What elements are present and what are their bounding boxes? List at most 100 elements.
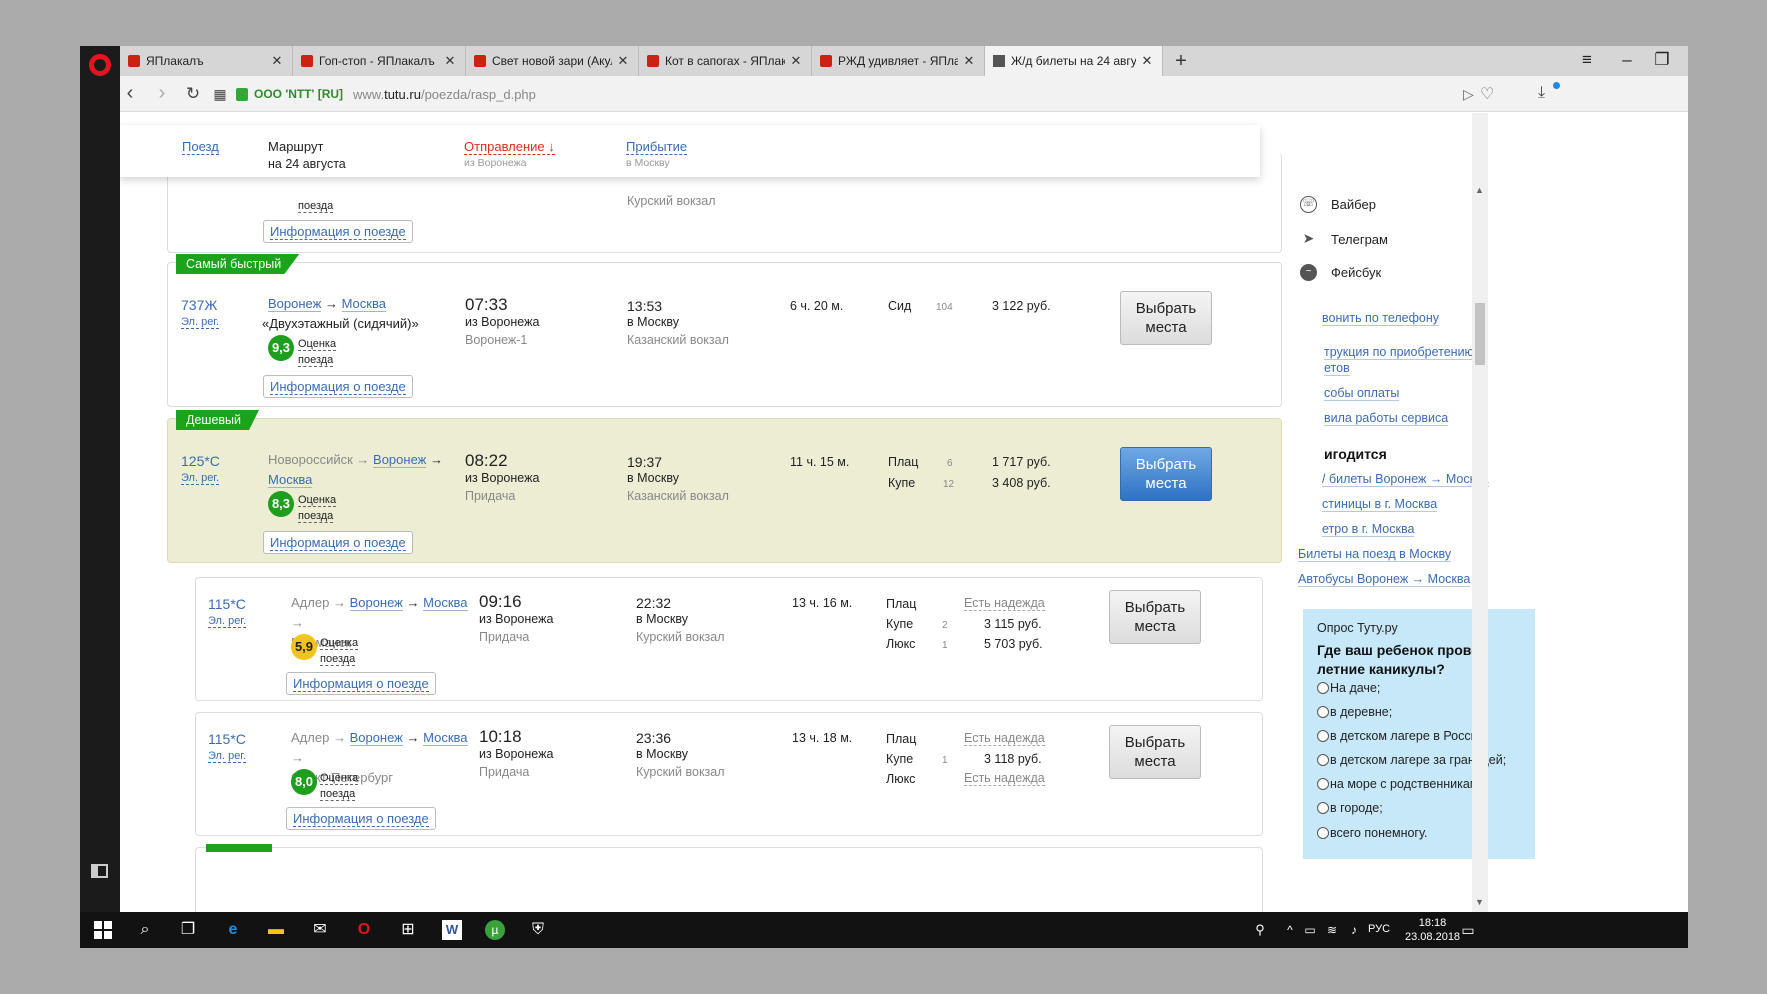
tab-tutu-active[interactable]: Ж/д билеты на 24 августа✕ (985, 46, 1163, 76)
page-scrollbar[interactable]: ▲ ▼ (1472, 113, 1488, 912)
edge-icon[interactable]: e (223, 920, 243, 940)
scroll-thumb[interactable] (1475, 303, 1485, 365)
back-icon[interactable]: ‹ (120, 82, 140, 105)
rating-label[interactable]: Оценка поезда (298, 336, 337, 368)
opera-taskbar-icon[interactable]: O (354, 920, 374, 940)
rating-label[interactable]: Оценка поезда (320, 635, 359, 667)
train-info-button[interactable]: Информация о поезде (286, 807, 436, 830)
tab-yaplakal-2[interactable]: Гоп-стоп - ЯПлакалъ ✕ (293, 46, 466, 76)
train-number[interactable]: 737Ж (181, 297, 217, 313)
rating-label[interactable]: Оценка поезда (298, 492, 337, 524)
certificate-label[interactable]: ООО 'NTT' [RU] (254, 87, 343, 101)
link-hotels[interactable]: стиницы в г. Москва (1322, 497, 1438, 512)
train-type[interactable]: Эл. рег. (208, 750, 247, 763)
scroll-up-icon[interactable]: ▲ (1475, 185, 1484, 195)
train-info-button[interactable]: Информация о поезде (263, 220, 413, 243)
url-text[interactable]: www.tutu.ru/poezda/rasp_d.php (353, 87, 536, 102)
word-icon[interactable]: W (442, 920, 462, 940)
route-from-link[interactable]: Воронеж (268, 296, 322, 312)
close-icon[interactable]: ✕ (443, 53, 457, 69)
rating-label[interactable]: Оценка поезда (320, 770, 359, 802)
download-icon[interactable]: ⤓ (1538, 84, 1545, 102)
poll-option[interactable]: на море с родственниками; (1317, 777, 1489, 791)
close-icon[interactable]: ✕ (789, 53, 803, 69)
people-icon[interactable]: ⚲ (1250, 920, 1270, 940)
radio-icon[interactable] (1317, 827, 1329, 839)
store-icon[interactable]: ⊞ (398, 920, 418, 940)
close-icon[interactable]: ✕ (270, 53, 284, 69)
route-to-link[interactable]: Москва (341, 296, 386, 312)
radio-icon[interactable] (1317, 730, 1329, 742)
train-info-button[interactable]: Информация о поезде (286, 672, 436, 695)
bookmark-heart-icon[interactable]: ♡ (1480, 84, 1494, 104)
windows-start-icon[interactable] (94, 921, 112, 939)
world-of-tanks-icon[interactable]: ⛨ (528, 920, 548, 940)
route-to-link[interactable]: Москва (423, 595, 468, 611)
utorrent-icon[interactable]: µ (485, 920, 505, 940)
link-call[interactable]: вонить по телефону (1322, 311, 1439, 326)
mail-icon[interactable]: ✉ (310, 920, 330, 940)
volume-icon[interactable]: ♪ (1344, 920, 1364, 940)
tab-yaplakal-3[interactable]: Свет новой зари (Акулы✕ (466, 46, 639, 76)
radio-icon[interactable] (1317, 802, 1329, 814)
train-type[interactable]: Эл. рег. (181, 472, 220, 485)
link-payment[interactable]: собы оплаты (1324, 386, 1400, 401)
waitlist-status[interactable]: Есть надежда (964, 771, 1045, 786)
window-close-icon[interactable]: ✕ (1683, 50, 1689, 70)
tab-yaplakal-4[interactable]: Кот в сапогах - ЯПлакалъ✕ (639, 46, 812, 76)
train-number[interactable]: 115*С (208, 596, 246, 612)
poll-option[interactable]: в городе; (1317, 801, 1383, 815)
choose-seats-button[interactable]: Выбрать места (1120, 447, 1212, 501)
reload-icon[interactable]: ↻ (183, 84, 203, 104)
train-type[interactable]: Эл. рег. (181, 316, 220, 329)
new-tab-icon[interactable]: + (1170, 50, 1192, 73)
notifications-icon[interactable]: ▭ (1458, 920, 1478, 940)
route-from-link[interactable]: Воронеж (349, 595, 403, 611)
link-rules[interactable]: вила работы сервиса (1324, 411, 1449, 426)
taskbar-clock[interactable]: 18:18 23.08.2018 (1405, 916, 1460, 944)
search-icon[interactable]: ⌕ (135, 920, 155, 940)
train-type[interactable]: Эл. рег. (208, 615, 247, 628)
route-from-link[interactable]: Воронеж (373, 452, 427, 468)
choose-seats-button[interactable]: Выбрать места (1109, 590, 1201, 644)
link-instructions-2[interactable]: етов (1324, 361, 1350, 376)
link-buses[interactable]: Автобусы Воронеж → Москва (1298, 572, 1471, 587)
train-number[interactable]: 115*С (208, 731, 246, 747)
wifi-icon[interactable]: ≋ (1322, 920, 1342, 940)
forward-icon[interactable]: › (152, 82, 172, 105)
train-info-button[interactable]: Информация о поезде (263, 375, 413, 398)
tray-expand-icon[interactable]: ^ (1280, 920, 1300, 940)
rating-label[interactable]: поезда (298, 198, 334, 214)
speed-dial-icon[interactable]: ▦ (210, 86, 230, 103)
close-icon[interactable]: ✕ (1140, 53, 1154, 69)
close-icon[interactable]: ✕ (962, 53, 976, 69)
choose-seats-button[interactable]: Выбрать места (1120, 291, 1212, 345)
file-explorer-icon[interactable]: ▬ (266, 920, 286, 940)
poll-option[interactable]: На даче; (1317, 681, 1380, 695)
header-departure[interactable]: Отправление ↓ из Воронежа (464, 139, 555, 169)
input-language[interactable]: РУС (1368, 923, 1390, 935)
route-from-link[interactable]: Воронеж (349, 730, 403, 746)
tab-menu-icon[interactable]: ≡ (1575, 50, 1599, 70)
minimize-icon[interactable]: – (1615, 50, 1639, 70)
link-tickets[interactable]: / билеты Воронеж → Москва (1322, 472, 1489, 487)
share-viber[interactable]: ☏ Вайбер (1300, 196, 1376, 213)
link-instructions[interactable]: трукция по приобретению (1324, 345, 1474, 360)
poll-option[interactable]: в детском лагере в России; (1317, 729, 1488, 743)
task-view-icon[interactable]: ❐ (178, 920, 198, 940)
opera-logo-icon[interactable] (89, 54, 111, 76)
tab-yaplakal-5[interactable]: РЖД удивляет - ЯПлакалъ✕ (812, 46, 985, 76)
link-metro[interactable]: етро в г. Москва (1322, 522, 1415, 537)
share-facebook[interactable]: ~ Фейсбук (1300, 264, 1381, 281)
battery-icon[interactable]: ▭ (1300, 920, 1320, 940)
radio-icon[interactable] (1317, 706, 1329, 718)
route-to-link[interactable]: Москва (423, 730, 468, 746)
scroll-down-icon[interactable]: ▼ (1475, 897, 1484, 907)
header-train[interactable]: Поезд (182, 139, 219, 155)
sidebar-toggle-icon[interactable] (91, 864, 108, 878)
radio-icon[interactable] (1317, 754, 1329, 766)
route-to-link[interactable]: Москва (268, 472, 313, 488)
link-train-tickets[interactable]: Билеты на поезд в Москву (1298, 547, 1452, 562)
tab-yaplakal-1[interactable]: ЯПлакалъ ✕ (120, 46, 293, 76)
restore-icon[interactable]: ❐ (1650, 50, 1674, 70)
